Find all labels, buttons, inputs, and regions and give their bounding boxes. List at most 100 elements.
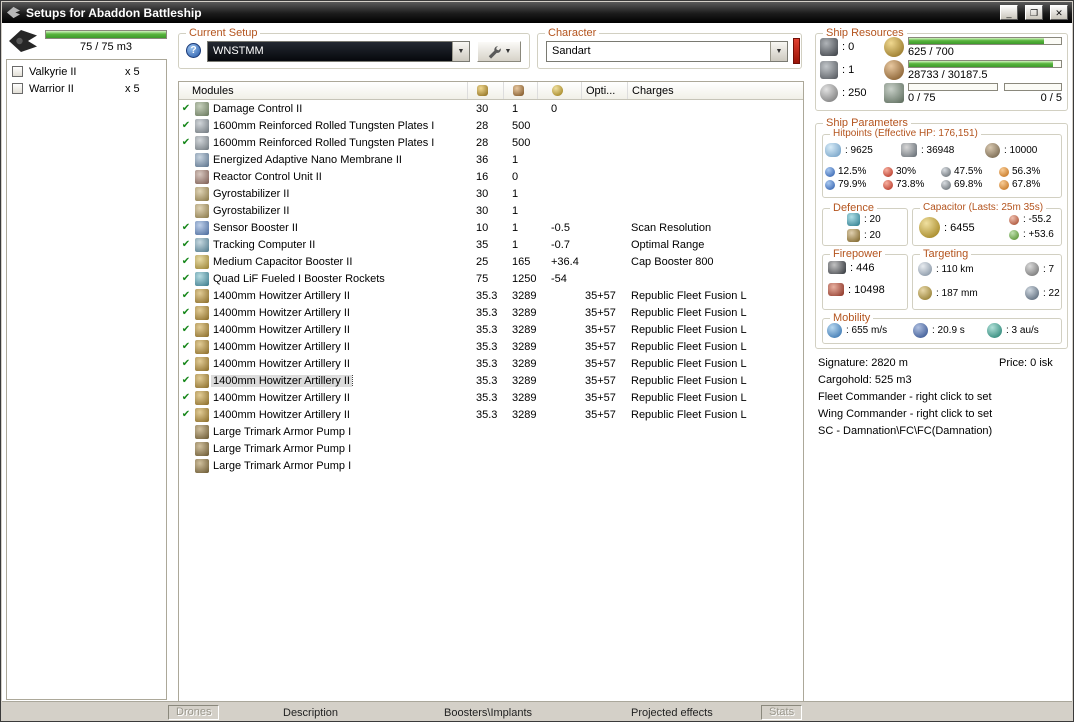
module-row[interactable]: ✔ 1400mm Howitzer Artillery II 35.3 3289… xyxy=(179,338,803,355)
module-active-check-icon[interactable]: ✔ xyxy=(179,103,193,114)
drone-checkbox[interactable] xyxy=(12,66,23,77)
module-row[interactable]: ✔ Sensor Booster II 10 1 -0.5 Scan Resol… xyxy=(179,219,803,236)
armor-resist-value: 79.9% xyxy=(838,179,867,190)
optimal-column-header[interactable]: Opti... xyxy=(581,82,627,99)
title-bar[interactable]: Setups for Abaddon Battleship _ ❐ ✕ xyxy=(2,2,1072,23)
drones-active-bar xyxy=(1004,83,1062,91)
module-active-check-icon[interactable]: ✔ xyxy=(179,324,193,335)
module-active-check-icon[interactable]: ✔ xyxy=(179,290,193,301)
character-combobox[interactable]: Sandart ▼ xyxy=(546,41,788,62)
wing-commander-text[interactable]: Wing Commander - right click to set xyxy=(818,408,992,420)
modules-column-header[interactable]: Modules xyxy=(179,82,467,99)
module-row[interactable]: Energized Adaptive Nano Membrane II 36 1 xyxy=(179,151,803,168)
module-cpu-value: 30 xyxy=(476,187,489,200)
tab-stats[interactable]: Stats xyxy=(761,705,803,720)
price-text: Price: 0 isk xyxy=(999,357,1053,369)
module-row[interactable]: ✔ 1400mm Howitzer Artillery II 35.3 3289… xyxy=(179,372,803,389)
cpu-column-icon[interactable] xyxy=(467,82,503,99)
powergrid-column-icon[interactable] xyxy=(503,82,537,99)
help-button[interactable]: ? xyxy=(186,43,201,58)
module-row[interactable]: ✔ 1400mm Howitzer Artillery II 35.3 3289… xyxy=(179,304,803,321)
module-row[interactable]: ✔ 1600mm Reinforced Rolled Tungsten Plat… xyxy=(179,134,803,151)
module-row[interactable]: ✔ 1400mm Howitzer Artillery II 35.3 3289… xyxy=(179,389,803,406)
module-row[interactable]: Large Trimark Armor Pump I xyxy=(179,423,803,440)
resist-cell: 47.5% 69.8% xyxy=(941,165,999,191)
max-targets-value: : 7 xyxy=(1043,263,1055,275)
module-name: 1400mm Howitzer Artillery II xyxy=(213,391,350,404)
module-optimal-value: 35+57 xyxy=(585,408,616,421)
character-banner-icon xyxy=(793,38,800,64)
drone-list[interactable]: Valkyrie II x 5 Warrior II x 5 xyxy=(6,59,167,700)
tab-description[interactable]: Description xyxy=(283,707,338,719)
module-active-check-icon[interactable]: ✔ xyxy=(179,409,193,420)
module-active-check-icon[interactable]: ✔ xyxy=(179,137,193,148)
module-icon xyxy=(193,101,211,116)
capacitor-column-icon[interactable] xyxy=(537,82,581,99)
setup-combobox-value[interactable]: WNSTMM xyxy=(208,42,452,61)
module-powergrid-value: 165 xyxy=(512,255,531,268)
drone-list-item[interactable]: Valkyrie II x 5 xyxy=(9,63,164,80)
module-row[interactable]: Gyrostabilizer II 30 1 xyxy=(179,185,803,202)
tab-boosters-implants[interactable]: Boosters\Implants xyxy=(444,707,532,719)
current-setup-group: Current Setup ? WNSTMM ▼ ▼ xyxy=(178,27,530,69)
character-combobox-arrow-icon[interactable]: ▼ xyxy=(770,42,787,61)
setup-combobox[interactable]: WNSTMM ▼ xyxy=(207,41,470,62)
drone-list-item[interactable]: Warrior II x 5 xyxy=(9,80,164,97)
module-row[interactable]: ✔ 1600mm Reinforced Rolled Tungsten Plat… xyxy=(179,117,803,134)
module-active-check-icon[interactable]: ✔ xyxy=(179,273,193,284)
drone-ship-icon xyxy=(7,27,39,57)
module-row[interactable]: Reactor Control Unit II 16 0 xyxy=(179,168,803,185)
module-row[interactable]: ✔ Quad LiF Fueled I Booster Rockets 75 1… xyxy=(179,270,803,287)
dronebay-value: 0 / 75 xyxy=(908,92,936,104)
module-row[interactable]: ✔ Tracking Computer II 35 1 -0.7 Optimal… xyxy=(179,236,803,253)
module-active-check-icon[interactable]: ✔ xyxy=(179,307,193,318)
module-active-check-icon[interactable]: ✔ xyxy=(179,358,193,369)
close-button[interactable]: ✕ xyxy=(1050,5,1068,20)
module-icon xyxy=(193,169,211,184)
module-active-check-icon[interactable]: ✔ xyxy=(179,120,193,131)
module-name: 1400mm Howitzer Artillery II xyxy=(213,306,350,319)
setup-tools-button[interactable]: ▼ xyxy=(477,41,521,62)
armor-hp-icon xyxy=(901,143,917,157)
shield-resist-value: 12.5% xyxy=(838,166,867,177)
module-active-check-icon[interactable]: ✔ xyxy=(179,222,193,233)
armor-resist-icon xyxy=(999,179,1009,190)
setup-combobox-arrow-icon[interactable]: ▼ xyxy=(452,42,469,61)
tab-drones[interactable]: Drones xyxy=(168,705,220,720)
module-active-check-icon[interactable]: ✔ xyxy=(179,375,193,386)
module-icon xyxy=(193,271,211,286)
targeting-title: Targeting xyxy=(920,248,972,260)
minimize-button[interactable]: _ xyxy=(1000,5,1018,20)
resist-grid: 12.5% 79.9% 30% 73.8% 47.5% 69.8% 56.3% … xyxy=(825,165,1057,191)
module-active-check-icon[interactable]: ✔ xyxy=(179,341,193,352)
module-row[interactable]: ✔ 1400mm Howitzer Artillery II 35.3 3289… xyxy=(179,406,803,423)
module-charge: Republic Fleet Fusion L xyxy=(631,323,747,336)
sensor-strength-icon xyxy=(1025,286,1039,300)
capacitor-group: Capacitor (Lasts: 25m 35s) : 6455 : -55.… xyxy=(912,202,1062,246)
maximize-button[interactable]: ❐ xyxy=(1025,5,1043,20)
module-row[interactable]: ✔ 1400mm Howitzer Artillery II 35.3 3289… xyxy=(179,287,803,304)
squad-commander-text[interactable]: SC - Damnation\FC\FC(Damnation) xyxy=(818,425,992,437)
armor-resist-icon xyxy=(883,179,893,190)
module-row[interactable]: Large Trimark Armor Pump I xyxy=(179,440,803,457)
module-row[interactable]: Large Trimark Armor Pump I xyxy=(179,457,803,474)
module-active-check-icon[interactable]: ✔ xyxy=(179,392,193,403)
module-active-check-icon[interactable]: ✔ xyxy=(179,239,193,250)
module-row[interactable]: ✔ Medium Capacitor Booster II 25 165 +36… xyxy=(179,253,803,270)
tab-projected-effects[interactable]: Projected effects xyxy=(631,707,713,719)
module-name: Large Trimark Armor Pump I xyxy=(213,459,352,472)
module-name: Large Trimark Armor Pump I xyxy=(213,425,352,438)
module-powergrid-value: 1250 xyxy=(512,272,537,285)
drone-bay-capacity: 75 / 75 m3 xyxy=(7,27,167,57)
module-active-check-icon[interactable]: ✔ xyxy=(179,256,193,267)
drone-checkbox[interactable] xyxy=(12,83,23,94)
module-row[interactable]: ✔ 1400mm Howitzer Artillery II 35.3 3289… xyxy=(179,355,803,372)
charges-column-header[interactable]: Charges xyxy=(627,82,803,99)
module-row[interactable]: Gyrostabilizer II 30 1 xyxy=(179,202,803,219)
turret-hardpoints-value: : 0 xyxy=(842,41,855,53)
module-row[interactable]: ✔ Damage Control II 30 1 0 xyxy=(179,100,803,117)
module-row[interactable]: ✔ 1400mm Howitzer Artillery II 35.3 3289… xyxy=(179,321,803,338)
firepower-group: Firepower : 446 : 10498 xyxy=(822,248,908,310)
character-combobox-value[interactable]: Sandart xyxy=(547,42,770,61)
fleet-commander-text[interactable]: Fleet Commander - right click to set xyxy=(818,391,992,403)
